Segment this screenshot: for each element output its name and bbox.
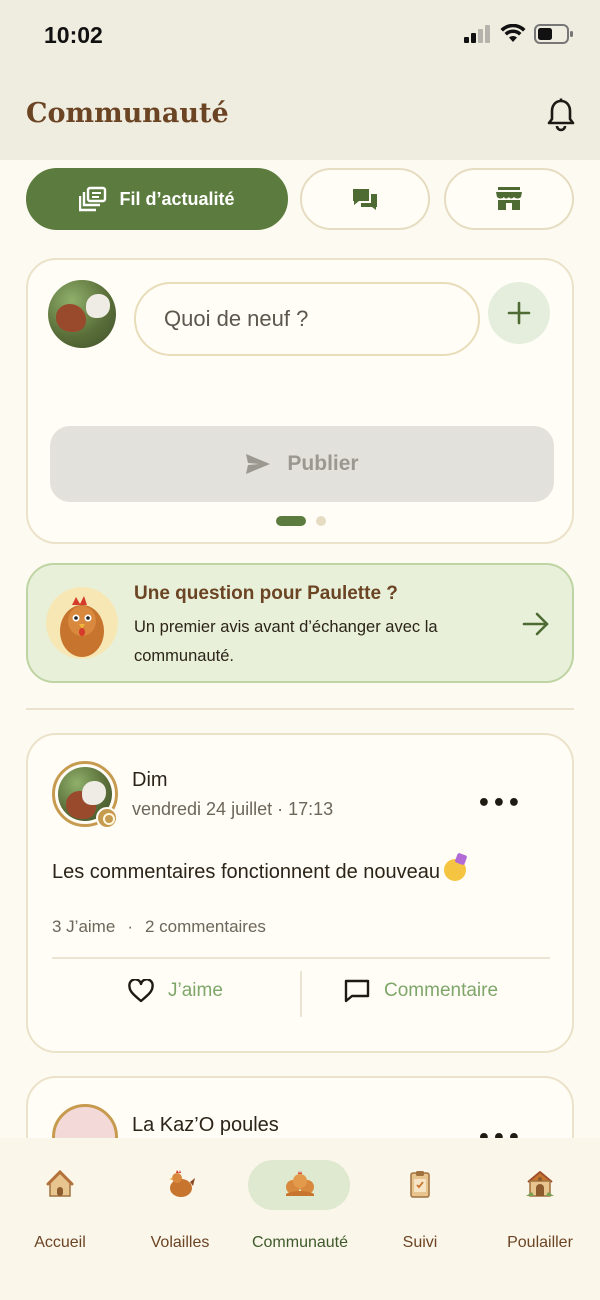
paulette-chicken-avatar [46,587,118,659]
paulette-subtitle: Un premier avis avant d’échanger avec la… [134,618,438,665]
status-time: 10:02 [44,22,103,48]
action-divider [300,971,302,1017]
nav-item-suivi[interactable]: Suivi [360,1160,480,1252]
chicken-icon [60,596,104,657]
tab-news-feed-label: Fil d’actualité [119,188,235,209]
nav-label: Poulailler [507,1234,573,1251]
user-avatar [48,280,116,348]
plus-icon [507,301,531,325]
chat-icon [353,189,377,210]
nav-label: Communauté [251,1234,349,1251]
badge-icon [96,807,118,829]
post-composer-input[interactable]: Quoi de neuf ? [134,282,480,356]
party-emoji-icon [444,859,467,881]
status-bar: 10:02 [0,0,600,72]
coop-icon [526,1171,554,1197]
send-icon [246,454,271,474]
app-header: Communauté [0,72,600,160]
post-content: Les commentaires fonctionnent de nouveau [52,859,467,884]
like-button[interactable]: J’aime [128,979,223,1003]
tab-market[interactable] [444,168,574,230]
tab-news-feed[interactable]: Fil d’actualité [26,168,288,230]
page-title: Communauté [26,98,229,129]
ask-paulette-banner[interactable]: Une question pour Paulette ? Un premier … [26,563,574,683]
notification-bell-icon[interactable] [546,98,576,132]
publish-button[interactable]: Publier [50,426,554,502]
likes-count[interactable]: 3 J’aime [52,917,115,937]
composer-pager [276,516,326,526]
comment-button[interactable]: Commentaire [344,979,498,1003]
post-author[interactable]: Dim [132,769,168,792]
post-stats: 3 J’aime · 2 commentaires [52,917,266,937]
clipboard-icon [410,1171,430,1198]
community-icon [286,1171,314,1196]
pager-dot-active[interactable] [276,516,306,526]
signal-icon [464,25,490,43]
like-label: J’aime [168,980,223,1001]
composer-placeholder: Quoi de neuf ? [164,306,309,331]
nav-item-poulailler[interactable]: Poulailler [480,1160,600,1252]
publish-label: Publier [287,452,359,475]
more-options-icon[interactable]: ••• [477,791,522,816]
comment-label: Commentaire [384,980,499,1001]
pager-dot[interactable] [316,516,326,526]
paulette-title: Une question pour Paulette ? [134,583,398,604]
nav-label: Suivi [402,1234,438,1251]
comments-count[interactable]: 2 commentaires [145,917,266,937]
nav-label: Accueil [34,1234,86,1251]
wifi-icon [500,24,526,42]
community-tabs: Fil d’actualité [26,168,574,230]
post-author[interactable]: La Kaz’O poules [132,1114,279,1137]
section-divider [26,708,574,710]
feed-icon [79,186,107,212]
post-text: Les commentaires fonctionnent de nouveau [52,861,441,883]
nav-item-communaute[interactable]: Communauté [240,1160,360,1252]
post-composer: Quoi de neuf ? Publier [26,258,574,544]
status-icons [464,24,574,44]
comment-icon [344,979,370,1003]
heart-icon [128,979,154,1003]
arrow-right-icon [522,612,549,636]
add-media-button[interactable] [488,282,550,344]
store-icon [496,187,522,210]
battery-icon [534,24,573,44]
nav-item-accueil[interactable]: Accueil [0,1160,120,1252]
stats-separator: · [127,917,133,936]
bottom-navigation: Accueil Volailles Communauté Suivi Poula… [0,1138,600,1300]
home-icon [46,1169,74,1197]
post-date: vendredi 24 juillet · 17:13 [132,799,334,819]
post-divider [52,957,550,959]
nav-item-volailles[interactable]: Volailles [120,1160,240,1252]
nav-label: Volailles [150,1234,210,1251]
chicken-icon [169,1170,195,1197]
tab-messages[interactable] [300,168,430,230]
feed-post: Dim vendredi 24 juillet · 17:13 ••• Les … [26,733,574,1053]
